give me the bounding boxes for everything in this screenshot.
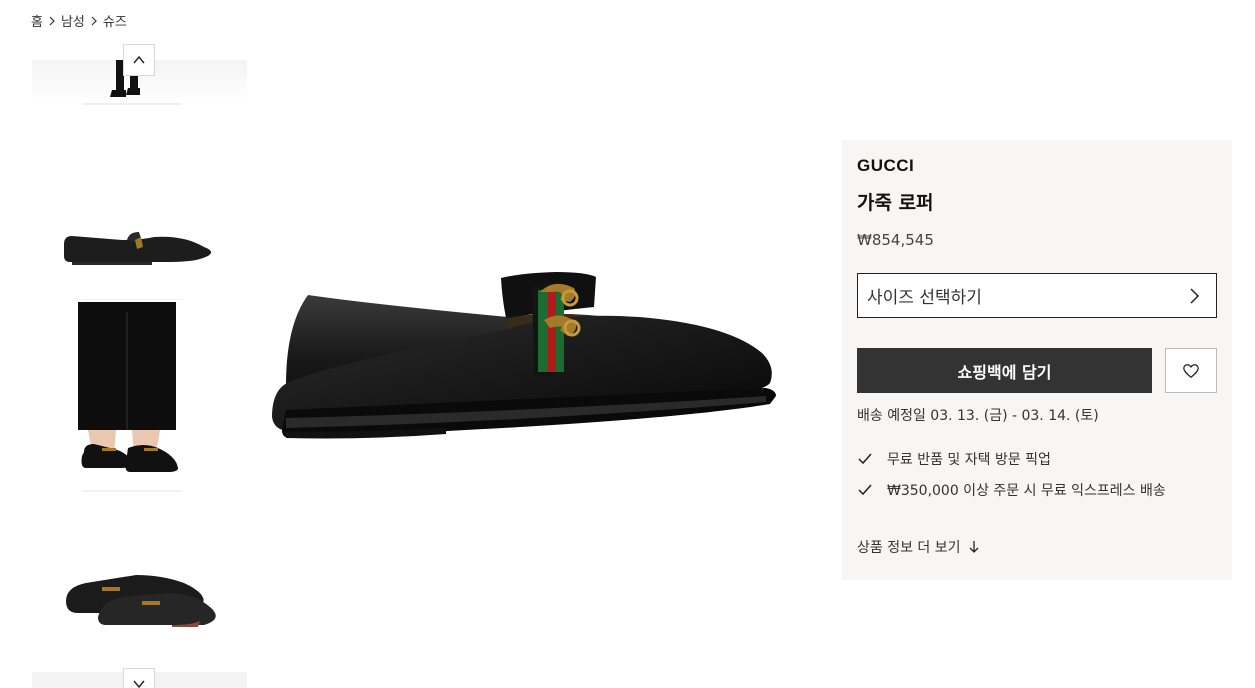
thumbnail-scroll-down-button[interactable] (123, 668, 155, 688)
product-name: 가죽 로퍼 (857, 192, 934, 214)
chevron-right-icon (1190, 287, 1200, 304)
chevron-right-icon (45, 14, 59, 28)
benefit-item: ₩350,000 이상 주문 시 무료 익스프레스 배송 (857, 474, 1217, 505)
size-select[interactable]: 사이즈 선택하기 (857, 273, 1217, 318)
add-to-bag-button[interactable]: 쇼핑백에 담기 (857, 348, 1152, 393)
brand-name[interactable]: GUCCI (857, 156, 1217, 176)
benefit-text: 무료 반품 및 자택 방문 픽업 (887, 451, 1051, 468)
chevron-up-icon (133, 55, 145, 64)
product-info-panel: GUCCI 가죽 로퍼 ₩854,545 사이즈 선택하기 쇼핑백에 담기 배송… (842, 140, 1232, 580)
heart-icon (1183, 363, 1199, 378)
breadcrumb-shoes[interactable]: 슈즈 (103, 11, 127, 30)
wishlist-button[interactable] (1165, 348, 1217, 393)
more-info-link[interactable]: 상품 정보 더 보기 (857, 537, 1217, 557)
product-thumbnail-image (78, 302, 182, 492)
breadcrumb-men[interactable]: 남성 (61, 11, 85, 30)
chevron-right-icon (87, 14, 101, 28)
breadcrumb-home[interactable]: 홈 (31, 11, 43, 30)
size-select-label: 사이즈 선택하기 (867, 288, 982, 308)
benefit-item: 무료 반품 및 자택 방문 픽업 (857, 443, 1217, 474)
chevron-down-icon (133, 680, 145, 688)
loafer-image (272, 272, 776, 439)
thumbnail-scroll-up-button[interactable] (123, 44, 155, 76)
benefits-list: 무료 반품 및 자택 방문 픽업 ₩350,000 이상 주문 시 무료 익스프… (857, 443, 1217, 505)
thumbnail-side-view[interactable] (32, 120, 247, 300)
arrow-down-icon (969, 541, 978, 553)
product-price: ₩854,545 (857, 231, 934, 249)
main-product-image (270, 250, 790, 460)
thumbnail-pair-view[interactable] (32, 505, 247, 680)
benefit-text: ₩350,000 이상 주문 시 무료 익스프레스 배송 (887, 482, 1166, 499)
thumbnail-on-model[interactable] (32, 302, 247, 492)
product-thumbnail-image (64, 232, 212, 300)
check-icon (858, 484, 872, 495)
delivery-estimate: 배송 예정일 03. 13. (금) - 03. 14. (토) (857, 408, 1099, 424)
purchase-actions: 쇼핑백에 담기 (857, 348, 1217, 393)
breadcrumb: 홈 남성 슈즈 (31, 11, 127, 30)
thumbnail-gallery (32, 60, 247, 688)
check-icon (858, 453, 872, 464)
more-info-label: 상품 정보 더 보기 (857, 540, 961, 556)
product-thumbnail-image (66, 575, 216, 627)
